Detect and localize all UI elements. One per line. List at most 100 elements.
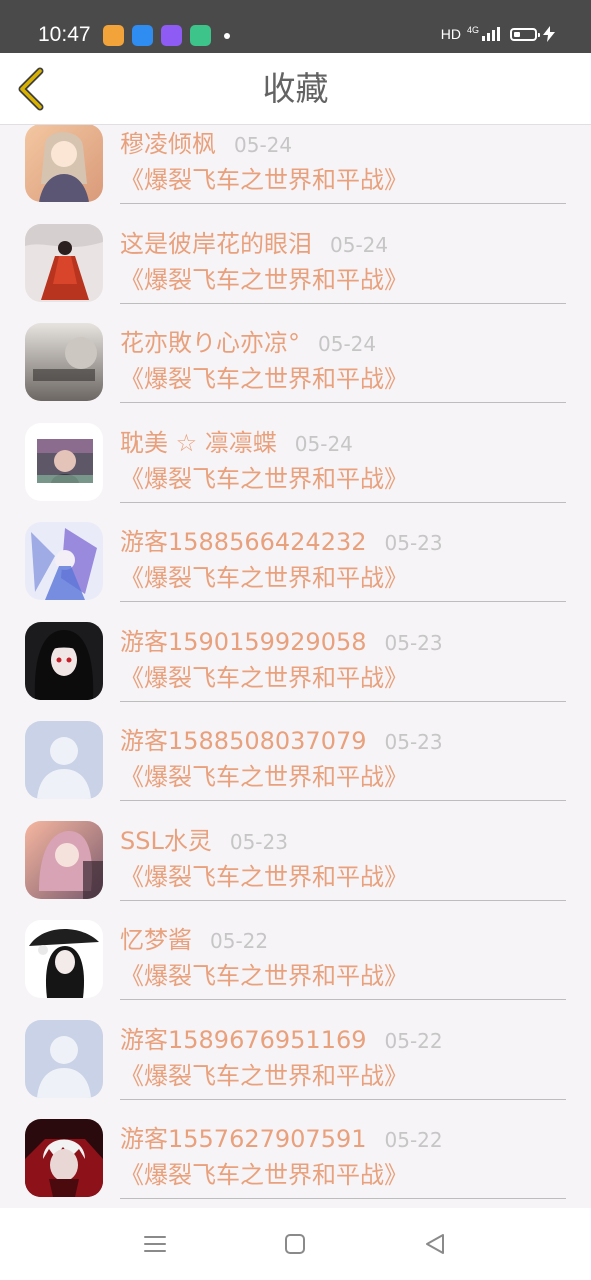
page-title: 收藏 bbox=[262, 69, 329, 108]
umbrella-girl-avatar-image bbox=[25, 920, 103, 998]
charging-bolt-icon bbox=[543, 26, 555, 42]
default-user-avatar-image bbox=[25, 1019, 103, 1098]
list-item[interactable]: 游客1588508037079 05-23 《爆裂飞车之世界和平战》 bbox=[0, 696, 591, 801]
list-item[interactable]: 游客1589676951169 05-22 《爆裂飞车之世界和平战》 bbox=[0, 995, 591, 1100]
avatar[interactable] bbox=[25, 820, 103, 899]
divider bbox=[120, 1198, 566, 1199]
avatar[interactable] bbox=[25, 323, 103, 401]
user-name[interactable]: 花亦敗り心亦凉° bbox=[120, 328, 300, 358]
book-title[interactable]: 《爆裂飞车之世界和平战》 bbox=[120, 165, 408, 195]
list-item[interactable]: 游客1588566424232 05-23 《爆裂飞车之世界和平战》 bbox=[0, 497, 591, 602]
default-user-avatar-image bbox=[25, 721, 103, 799]
network-hd-label: HD bbox=[440, 26, 461, 42]
status-indicators: HD 4G bbox=[441, 24, 555, 44]
more-notifications-dot-icon bbox=[224, 32, 230, 39]
list-item[interactable]: 这是彼岸花的眼泪 05-24 《爆裂飞车之世界和平战》 bbox=[0, 199, 591, 304]
name-line: 耽美 ☆ 凛凛蝶 05-24 bbox=[120, 428, 353, 458]
system-nav-bar bbox=[0, 1208, 591, 1280]
favorites-list-content: 穆凌倾枫 05-24 《爆裂飞车之世界和平战》 这是彼岸花的眼泪 05-24 《… bbox=[0, 125, 591, 1199]
status-bar: 10:47 HD 4G bbox=[0, 0, 591, 53]
list-item[interactable]: SSL水灵 05-23 《爆裂飞车之世界和平战》 bbox=[0, 796, 591, 901]
avatar[interactable] bbox=[25, 1119, 103, 1197]
user-name[interactable]: 游客1557627907591 bbox=[120, 1124, 367, 1154]
post-date: 05-23 bbox=[229, 829, 288, 854]
name-line: 游客1557627907591 05-22 bbox=[120, 1124, 443, 1154]
post-date: 05-24 bbox=[318, 332, 377, 356]
name-line: 这是彼岸花的眼泪 05-24 bbox=[120, 229, 388, 259]
favorites-list[interactable]: 穆凌倾枫 05-24 《爆裂飞车之世界和平战》 这是彼岸花的眼泪 05-24 《… bbox=[0, 125, 591, 1208]
avatar[interactable] bbox=[25, 223, 103, 302]
avatar[interactable] bbox=[25, 721, 103, 799]
anime-girl-avatar-image bbox=[25, 125, 103, 202]
name-line: 游客1589676951169 05-22 bbox=[120, 1025, 443, 1055]
book-title[interactable]: 《爆裂飞车之世界和平战》 bbox=[120, 364, 408, 394]
post-date: 05-24 bbox=[294, 431, 353, 456]
list-item[interactable]: 穆凌倾枫 05-24 《爆裂飞车之世界和平战》 bbox=[0, 125, 591, 204]
book-title[interactable]: 《爆裂飞车之世界和平战》 bbox=[120, 961, 408, 991]
post-date: 05-23 bbox=[384, 531, 443, 555]
book-title[interactable]: 《爆裂飞车之世界和平战》 bbox=[120, 1160, 408, 1190]
user-name[interactable]: 游客1588508037079 bbox=[120, 726, 367, 756]
post-date: 05-22 bbox=[384, 1128, 443, 1152]
list-item[interactable]: 游客1590159929058 05-23 《爆裂飞车之世界和平战》 bbox=[0, 597, 591, 702]
avatar[interactable] bbox=[25, 920, 103, 998]
red-dress-avatar-image bbox=[25, 223, 103, 302]
post-date: 05-22 bbox=[210, 929, 269, 953]
list-item[interactable]: 耽美 ☆ 凛凛蝶 05-24 《爆裂飞车之世界和平战》 bbox=[0, 398, 591, 503]
system-back-button[interactable] bbox=[421, 1230, 449, 1258]
post-date: 05-24 bbox=[234, 133, 293, 157]
book-title[interactable]: 《爆裂飞车之世界和平战》 bbox=[120, 1061, 408, 1091]
gray-photo-avatar-image bbox=[25, 323, 103, 401]
menu-button[interactable] bbox=[141, 1230, 169, 1258]
post-date: 05-24 bbox=[330, 232, 389, 257]
list-item[interactable]: 花亦敗り心亦凉° 05-24 《爆裂飞车之世界和平战》 bbox=[0, 298, 591, 403]
assistant-app-icon bbox=[161, 25, 182, 46]
status-time: 10:47 bbox=[38, 23, 91, 46]
book-title[interactable]: 《爆裂飞车之世界和平战》 bbox=[120, 265, 408, 295]
name-line: 游客1588566424232 05-23 bbox=[120, 527, 443, 557]
user-name[interactable]: 穆凌倾枫 bbox=[120, 129, 216, 159]
back-triangle-icon bbox=[426, 1234, 444, 1254]
user-name[interactable]: 忆梦酱 bbox=[120, 925, 192, 955]
name-line: 游客1588508037079 05-23 bbox=[120, 726, 443, 756]
user-name[interactable]: SSL水灵 bbox=[120, 826, 212, 856]
avatar[interactable] bbox=[25, 125, 103, 202]
book-title[interactable]: 《爆裂飞车之世界和平战》 bbox=[120, 663, 408, 693]
book-title[interactable]: 《爆裂飞车之世界和平战》 bbox=[120, 464, 408, 494]
user-name[interactable]: 游客1589676951169 bbox=[120, 1025, 367, 1055]
avatar[interactable] bbox=[25, 422, 103, 501]
user-name[interactable]: 游客1588566424232 bbox=[120, 527, 367, 557]
post-date: 05-23 bbox=[384, 630, 443, 655]
post-date: 05-23 bbox=[384, 730, 443, 754]
browser-app-icon bbox=[132, 25, 153, 46]
avatar[interactable] bbox=[25, 1019, 103, 1098]
book-title[interactable]: 《爆裂飞车之世界和平战》 bbox=[120, 862, 408, 892]
name-line: 穆凌倾枫 05-24 bbox=[120, 129, 292, 159]
avatar[interactable] bbox=[25, 522, 103, 600]
home-square-icon bbox=[285, 1234, 305, 1254]
book-title[interactable]: 《爆裂飞车之世界和平战》 bbox=[120, 563, 408, 593]
signal-strength-icon bbox=[482, 27, 500, 41]
dark-hair-avatar-image bbox=[25, 621, 103, 700]
user-name[interactable]: 耽美 ☆ 凛凛蝶 bbox=[120, 428, 277, 458]
pink-anime-avatar-image bbox=[25, 820, 103, 899]
post-date: 05-22 bbox=[384, 1028, 443, 1053]
avatar[interactable] bbox=[25, 621, 103, 700]
name-line: SSL水灵 05-23 bbox=[120, 826, 288, 856]
list-item[interactable]: 游客1557627907591 05-22 《爆裂飞车之世界和平战》 bbox=[0, 1094, 591, 1199]
blue-anime-avatar-image bbox=[25, 522, 103, 600]
battery-level-fill bbox=[514, 31, 520, 37]
user-name[interactable]: 这是彼岸花的眼泪 bbox=[120, 229, 312, 259]
name-line: 忆梦酱 05-22 bbox=[120, 925, 268, 955]
home-button[interactable] bbox=[281, 1230, 309, 1258]
name-line: 花亦敗り心亦凉° 05-24 bbox=[120, 328, 376, 358]
white-hair-avatar-image bbox=[25, 1119, 103, 1197]
user-name[interactable]: 游客1590159929058 bbox=[120, 627, 367, 657]
list-item[interactable]: 忆梦酱 05-22 《爆裂飞车之世界和平战》 bbox=[0, 895, 591, 1000]
battery-icon bbox=[510, 27, 540, 41]
app-header: 收藏 bbox=[0, 53, 591, 125]
wallet-app-icon bbox=[103, 25, 124, 46]
book-title[interactable]: 《爆裂飞车之世界和平战》 bbox=[120, 762, 408, 792]
notification-icons bbox=[103, 25, 230, 46]
name-line: 游客1590159929058 05-23 bbox=[120, 627, 443, 657]
